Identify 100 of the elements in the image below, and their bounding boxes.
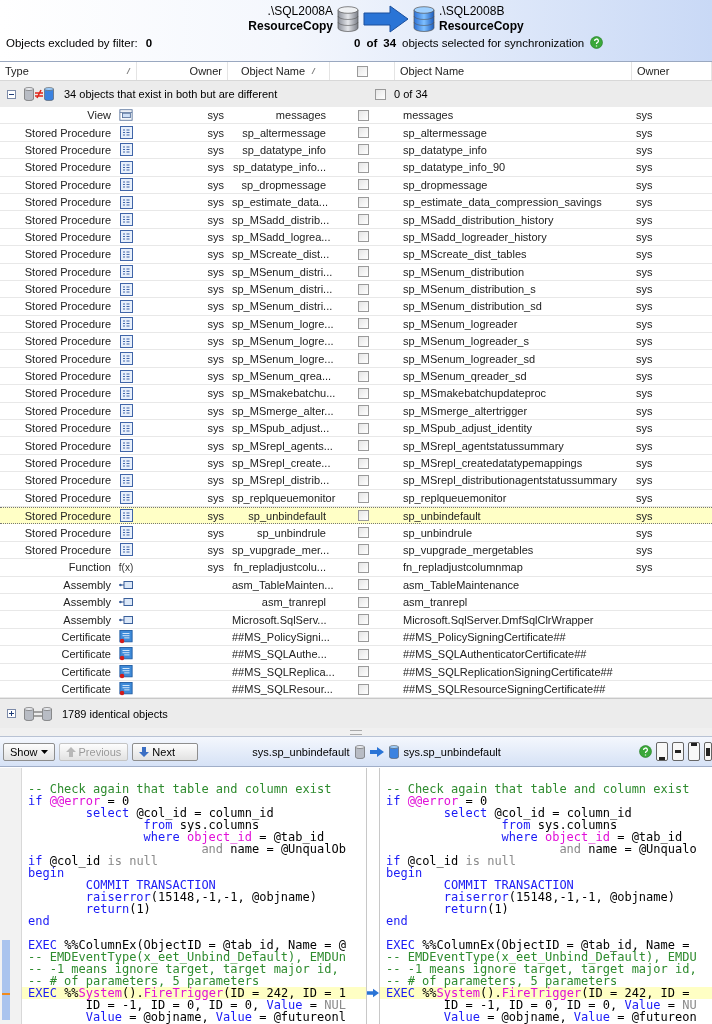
row-checkbox[interactable] [358, 527, 369, 539]
database-icon [24, 87, 34, 101]
object-row[interactable]: Stored Procedure sys sp_MSrepl_agents... sp_MSrepl_agentstatussummary sys [0, 437, 712, 455]
owner-cell-text: sys [635, 370, 654, 383]
row-checkbox[interactable] [358, 283, 369, 295]
row-checkbox[interactable] [358, 492, 369, 504]
stored-procedure-icon [119, 178, 133, 192]
object-name-cell-text: sp_dropmessage [402, 178, 489, 191]
help-icon[interactable] [639, 745, 652, 758]
row-checkbox[interactable] [358, 161, 369, 173]
layout-button[interactable] [656, 742, 668, 761]
type-cell: View [87, 109, 111, 122]
column-header[interactable]: Owner [137, 62, 228, 80]
row-checkbox[interactable] [358, 248, 369, 260]
row-checkbox[interactable] [358, 109, 369, 121]
row-checkbox[interactable] [358, 266, 369, 278]
help-icon[interactable] [590, 36, 604, 49]
object-row[interactable]: Stored Procedure sys sp_altermessage sp_altermessage sys [0, 124, 712, 142]
object-name-cell-text: sp_MSadd_distribution_history [402, 213, 555, 226]
owner-cell-text: sys [635, 143, 654, 156]
collapse-toggle[interactable] [7, 89, 16, 99]
owner-cell-text: sys [635, 404, 654, 417]
select-all-checkbox[interactable] [356, 65, 368, 77]
object-row[interactable]: Function f(x) sys fn_repladjustcolu... fn_repladjustcolumnmap sys [0, 559, 712, 577]
expand-toggle[interactable] [7, 709, 16, 719]
row-checkbox[interactable] [358, 387, 369, 399]
object-row[interactable]: Stored Procedure sys sp_MScreate_dist... sp_MScreate_dist_tables sys [0, 246, 712, 264]
row-checkbox[interactable] [358, 335, 369, 347]
column-header[interactable]: Type [0, 62, 137, 80]
row-checkbox[interactable] [358, 457, 369, 469]
row-checkbox[interactable] [358, 666, 369, 678]
row-checkbox[interactable] [358, 353, 369, 365]
type-cell: Stored Procedure [24, 178, 111, 191]
next-button[interactable]: Next [132, 742, 199, 761]
stored-procedure-icon [119, 126, 133, 140]
object-row[interactable]: Stored Procedure sys sp_MSadd_distrib... sp_MSadd_distribution_history sys [0, 211, 712, 229]
object-name-cell-text: ##MS_SQLResourceSigningCertificate## [402, 683, 607, 696]
object-row[interactable]: Stored Procedure sys sp_MSrepl_distrib... sp_MSrepl_distributionagentstatussummary sys [0, 472, 712, 490]
type-cell: Stored Procedure [24, 509, 111, 522]
code-line: begin [385, 867, 423, 879]
object-name-cell-text: ##MS_SQLAuthe... [231, 648, 328, 661]
database-icon [44, 87, 54, 101]
object-name-cell-text: sp_MSenum_distribution [402, 265, 526, 278]
code-line: -- # of parameters, 5 parameters [27, 975, 260, 987]
object-row[interactable]: Stored Procedure sys sp_MSenum_logre... sp_MSenum_logreader_sd sys [0, 350, 712, 368]
splitter-grip[interactable] [350, 729, 362, 735]
row-checkbox[interactable] [358, 127, 369, 139]
row-checkbox[interactable] [358, 231, 369, 243]
column-header[interactable]: Owner [632, 62, 712, 80]
row-checkbox[interactable] [358, 561, 369, 573]
object-row[interactable]: Stored Procedure sys sp_unbindrule sp_unbindrule sys [0, 524, 712, 542]
type-cell: Certificate [61, 665, 111, 678]
object-row[interactable]: Stored Procedure sys sp_MSenum_logre... sp_MSenum_logreader_s sys [0, 333, 712, 351]
row-checkbox[interactable] [358, 318, 369, 330]
column-header[interactable]: Object Name [228, 62, 330, 80]
object-name-cell-text: sp_MSenum_distribution_sd [402, 300, 543, 313]
certificate-icon [119, 663, 133, 680]
owner-cell-text: sys [206, 439, 225, 452]
row-checkbox[interactable] [358, 144, 369, 156]
row-checkbox[interactable] [358, 214, 369, 226]
row-checkbox[interactable] [358, 370, 369, 382]
object-row[interactable]: View sys messages messages sys [0, 107, 712, 125]
row-checkbox[interactable] [358, 474, 369, 486]
object-name-cell-text: sp_MSenum_qrea... [231, 370, 333, 383]
object-row[interactable]: Stored Procedure sys sp_datatype_info... sp_datatype_info_90 sys [0, 159, 712, 177]
row-checkbox[interactable] [358, 405, 369, 417]
row-checkbox[interactable] [358, 544, 369, 556]
column-header[interactable]: Object Name [395, 62, 632, 80]
row-checkbox[interactable] [358, 422, 369, 434]
row-checkbox[interactable] [358, 440, 369, 452]
type-cell: Stored Procedure [24, 143, 111, 156]
stored-procedure-icon [119, 509, 133, 523]
object-row[interactable]: Stored Procedure sys sp_MSpub_adjust... sp_MSpub_adjust_identity sys [0, 420, 712, 438]
owner-cell-text: sys [206, 143, 225, 156]
code-line: COMMIT TRANSACTION [84, 879, 216, 891]
object-name-cell-text: sp_vupgrade_mer... [231, 543, 331, 556]
object-row[interactable]: Stored Procedure sys sp_MSmakebatchu... sp_MSmakebatchupdateproc sys [0, 385, 712, 403]
row-checkbox[interactable] [358, 179, 369, 191]
show-dropdown[interactable]: Show [3, 742, 55, 761]
row-checkbox[interactable] [358, 579, 369, 591]
row-checkbox[interactable] [358, 631, 369, 643]
object-row[interactable]: Stored Procedure sys sp_MSenum_distri... sp_MSenum_distribution_sd sys [0, 298, 712, 316]
layout-button[interactable] [672, 742, 684, 761]
layout-button[interactable] [688, 742, 700, 761]
group-checkbox[interactable] [375, 88, 386, 100]
assembly-icon [119, 615, 133, 624]
row-checkbox[interactable] [358, 301, 369, 312]
type-cell: Assembly [63, 596, 111, 609]
object-row[interactable]: Certificate ##MS_SQLAuthe... ##MS_SQLAuthenticatorCertificate## [0, 646, 712, 664]
row-checkbox[interactable] [358, 596, 369, 608]
object-name-cell-text: sp_estimate_data... [231, 196, 329, 209]
object-row[interactable]: Assembly Microsoft.SqlServ... Microsoft.SqlServer.DmfSqlClrWrapper [0, 611, 712, 629]
row-checkbox[interactable] [358, 510, 369, 522]
row-checkbox[interactable] [358, 648, 369, 660]
row-checkbox[interactable] [358, 196, 369, 208]
layout-button[interactable] [704, 742, 712, 761]
row-checkbox[interactable] [358, 614, 369, 625]
object-name-cell-text: fn_repladjustcolu... [232, 561, 327, 574]
row-checkbox[interactable] [358, 683, 369, 695]
object-name-cell-text: messages [402, 109, 455, 122]
